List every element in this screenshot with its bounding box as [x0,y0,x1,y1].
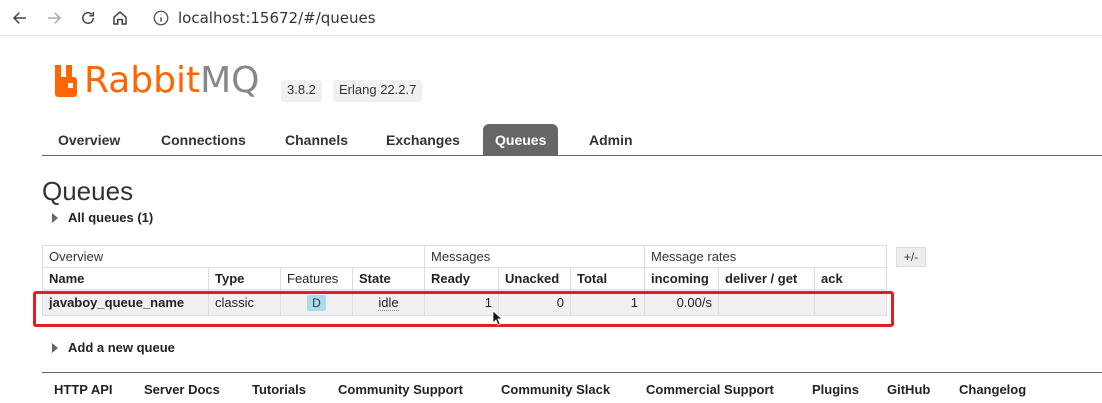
expand-arrow-icon [52,342,58,353]
url-text: localhost:15672/#/queues [178,9,376,27]
browser-toolbar: localhost:15672/#/queues [0,0,1102,36]
tab-queues[interactable]: Queues [483,124,559,156]
col-ack[interactable]: ack [814,267,887,290]
group-messages: Messages [424,245,645,268]
rate-incoming: 0.00/s [644,289,719,316]
footer-links: HTTP API Server Docs Tutorials Community… [42,372,1102,403]
col-ready[interactable]: Ready [424,267,499,290]
footer-link-community-support[interactable]: Community Support [338,382,463,397]
group-message-rates: Message rates [644,245,887,268]
col-total[interactable]: Total [570,267,645,290]
mouse-cursor-icon [492,310,504,326]
all-queues-label: All queues (1) [68,210,154,225]
messages-ready: 1 [424,289,499,316]
queue-type: classic [208,289,281,316]
footer-link-github[interactable]: GitHub [887,382,930,397]
back-icon[interactable] [8,6,32,30]
footer-link-commercial-support[interactable]: Commercial Support [646,382,774,397]
home-icon[interactable] [108,6,132,30]
queue-name-link[interactable]: javaboy_queue_name [42,289,209,316]
expand-arrow-icon [52,212,58,223]
footer-link-http-api[interactable]: HTTP API [54,382,113,397]
info-icon[interactable] [152,9,170,27]
all-queues-toggle[interactable]: All queues (1) [52,210,153,225]
reload-icon[interactable] [76,6,100,30]
col-incoming[interactable]: incoming [644,267,719,290]
messages-unacked: 0 [498,289,571,316]
add-queue-label: Add a new queue [68,340,175,355]
rabbitmq-logo[interactable]: RabbitMQ [54,59,260,101]
main-tabs: Overview Connections Channels Exchanges … [42,124,1102,156]
col-type[interactable]: Type [208,267,281,290]
tab-exchanges[interactable]: Exchanges [374,124,472,156]
tab-admin[interactable]: Admin [577,124,645,156]
page-title: Queues [42,176,134,206]
tab-overview[interactable]: Overview [46,124,132,156]
rate-ack [814,289,887,316]
footer-link-tutorials[interactable]: Tutorials [252,382,306,397]
col-name[interactable]: Name [42,267,209,290]
rabbit-logo-icon [55,65,77,97]
tab-connections[interactable]: Connections [149,124,258,156]
footer-link-changelog[interactable]: Changelog [959,382,1026,397]
logo-mq-text: MQ [200,59,260,101]
table-row[interactable]: javaboy_queue_name classic D idle 1 0 1 … [42,289,887,316]
col-unacked[interactable]: Unacked [498,267,571,290]
footer-link-plugins[interactable]: Plugins [812,382,859,397]
col-deliver-get[interactable]: deliver / get [718,267,815,290]
logo-rabbit-text: Rabbit [84,59,201,101]
col-state[interactable]: State [352,267,425,290]
messages-total: 1 [570,289,645,316]
queues-table: Overview Messages Message rates Name Typ… [42,245,887,316]
group-overview: Overview [42,245,425,268]
footer-link-community-slack[interactable]: Community Slack [501,382,610,397]
version-badge: 3.8.2 [281,80,322,102]
column-options-button[interactable]: +/- [896,247,926,267]
durable-badge: D [307,294,326,311]
add-queue-toggle[interactable]: Add a new queue [52,340,175,355]
footer-link-server-docs[interactable]: Server Docs [144,382,220,397]
queue-state: idle [378,295,399,311]
erlang-version-badge: Erlang 22.2.7 [333,80,423,102]
rate-deliver-get [718,289,815,316]
address-bar[interactable]: localhost:15672/#/queues [142,4,1082,32]
col-features: Features [280,267,353,290]
forward-icon[interactable] [42,6,66,30]
tab-channels[interactable]: Channels [273,124,360,156]
